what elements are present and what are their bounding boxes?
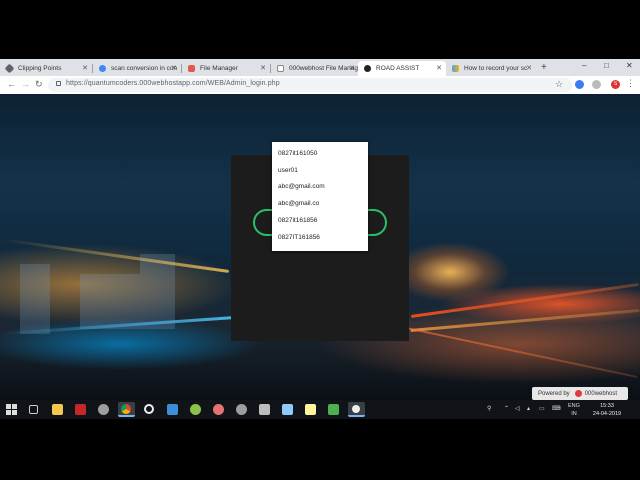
- windows-start-icon[interactable]: [6, 404, 17, 415]
- people-icon[interactable]: ⚲: [487, 405, 491, 412]
- volume-icon[interactable]: ◁: [515, 405, 520, 412]
- powered-by-label: Powered by: [538, 390, 570, 397]
- background-building: [80, 274, 140, 329]
- profile-avatar[interactable]: S: [611, 80, 620, 89]
- input-language[interactable]: ENG IN: [568, 402, 580, 418]
- browser-chrome: Clipping Points ✕ scan conversion in con…: [0, 59, 640, 94]
- back-icon[interactable]: ←: [7, 79, 16, 89]
- battery-icon[interactable]: ▭: [539, 405, 545, 412]
- google-icon: [99, 65, 106, 72]
- monitor-app-icon[interactable]: [167, 404, 178, 415]
- tab-favicon-icon: [4, 63, 15, 74]
- star-icon[interactable]: ☆: [555, 79, 563, 90]
- task-view-icon[interactable]: [29, 405, 38, 414]
- pdf-reader-icon[interactable]: [75, 404, 86, 415]
- region-code: IN: [571, 411, 577, 417]
- forward-icon[interactable]: →: [21, 79, 30, 89]
- autocomplete-item[interactable]: 0827IT161856: [272, 229, 368, 246]
- document-favicon-icon: [277, 65, 284, 72]
- tab-label: scan conversion in con: [111, 65, 178, 72]
- show-hidden-icons[interactable]: ⌃: [504, 405, 509, 412]
- autocomplete-item[interactable]: 0827it161050: [272, 145, 368, 162]
- autocomplete-item[interactable]: 0827it161856: [272, 212, 368, 229]
- light-trail: [382, 321, 638, 379]
- autocomplete-item[interactable]: abc@gmail.co: [272, 195, 368, 212]
- webhost-logo-icon: [574, 390, 582, 397]
- settings-gear-icon[interactable]: [98, 404, 109, 415]
- notepad-icon[interactable]: [282, 404, 293, 415]
- language-code: ENG: [568, 403, 580, 409]
- tab-scan-conversion[interactable]: scan conversion in con ✕: [93, 61, 181, 76]
- tools-app-icon[interactable]: [236, 404, 247, 415]
- tab-strip: Clipping Points ✕ scan conversion in con…: [0, 59, 640, 76]
- reload-icon[interactable]: ↻: [35, 79, 43, 90]
- minimize-button[interactable]: –: [582, 61, 586, 70]
- tab-label: ROAD ASSIST: [376, 65, 420, 72]
- tab-label: File Manager: [200, 65, 238, 72]
- close-tab-icon[interactable]: ✕: [436, 64, 442, 72]
- close-tab-icon[interactable]: ✕: [260, 64, 266, 72]
- tab-road-assist[interactable]: ROAD ASSIST ✕: [358, 61, 446, 76]
- lock-icon: [56, 81, 61, 86]
- chrome-icon: [121, 404, 131, 414]
- sticky-notes-icon[interactable]: [305, 404, 316, 415]
- taskbar-clock[interactable]: 15:33 24-04-2019: [590, 402, 624, 418]
- tab-label: How to record your sc: [464, 65, 528, 72]
- screen: Clipping Points ✕ scan conversion in con…: [0, 0, 640, 480]
- close-tab-icon[interactable]: ✕: [171, 64, 177, 72]
- maximize-button[interactable]: □: [604, 61, 609, 70]
- autocomplete-item[interactable]: abc@gmail.com: [272, 179, 368, 196]
- clock-time: 15:33: [600, 403, 614, 409]
- powered-by-brand: 000webhost: [584, 390, 618, 397]
- chrome-taskbar-button[interactable]: [118, 402, 135, 417]
- cloud-extension-icon[interactable]: [592, 80, 601, 89]
- autocomplete-item[interactable]: user01: [272, 162, 368, 179]
- browser-toolbar: ← → ↻ https://quantumcoders.000webhostap…: [0, 76, 640, 94]
- tab-000webhost-file-manager[interactable]: 000webhost File Manag ✕: [271, 61, 359, 76]
- tab-label: 000webhost File Manag: [289, 65, 359, 72]
- clock-date: 24-04-2019: [592, 411, 622, 417]
- screen-recorder-icon[interactable]: [144, 404, 154, 414]
- calculator-icon[interactable]: [259, 404, 270, 415]
- close-tab-icon[interactable]: ✕: [82, 64, 88, 72]
- webhost-favicon-icon: [188, 65, 195, 72]
- camera-icon: [352, 405, 360, 413]
- road-assist-favicon-icon: [364, 65, 371, 72]
- menu-icon[interactable]: ⋮: [626, 78, 635, 89]
- autocomplete-dropdown: 0827it161050 user01 abc@gmail.com abc@gm…: [272, 142, 368, 251]
- windows-taskbar: ⚲ ⌃ ◁ ▴ ▭ ⌨ ENG IN 15:33 24-04-2019: [0, 400, 640, 419]
- address-bar[interactable]: https://quantumcoders.000webhostapp.com/…: [48, 78, 572, 92]
- close-tab-icon[interactable]: ✕: [349, 64, 355, 72]
- media-app-icon[interactable]: [328, 404, 339, 415]
- chart-favicon-icon: [452, 65, 459, 72]
- paint-app-icon[interactable]: [213, 404, 224, 415]
- keyboard-icon[interactable]: ⌨: [552, 405, 561, 412]
- url-text[interactable]: https://quantumcoders.000webhostapp.com/…: [66, 80, 280, 87]
- powered-by-badge[interactable]: Powered by 000webhost: [532, 387, 628, 400]
- background-building: [20, 264, 50, 334]
- background-building: [140, 254, 175, 329]
- close-tab-icon[interactable]: ✕: [526, 64, 532, 72]
- tab-clipping-points[interactable]: Clipping Points ✕: [0, 61, 92, 76]
- tab-file-manager[interactable]: File Manager ✕: [182, 61, 270, 76]
- close-window-button[interactable]: ✕: [626, 61, 633, 70]
- new-tab-button[interactable]: +: [541, 62, 547, 73]
- file-explorer-icon[interactable]: [52, 404, 63, 415]
- network-icon[interactable]: ▴: [527, 405, 530, 412]
- extension-icon[interactable]: [575, 80, 584, 89]
- tab-how-to-record[interactable]: How to record your sc ✕: [446, 61, 536, 76]
- recording-taskbar-button[interactable]: [348, 402, 365, 417]
- android-studio-icon[interactable]: [190, 404, 201, 415]
- tab-label: Clipping Points: [18, 65, 62, 72]
